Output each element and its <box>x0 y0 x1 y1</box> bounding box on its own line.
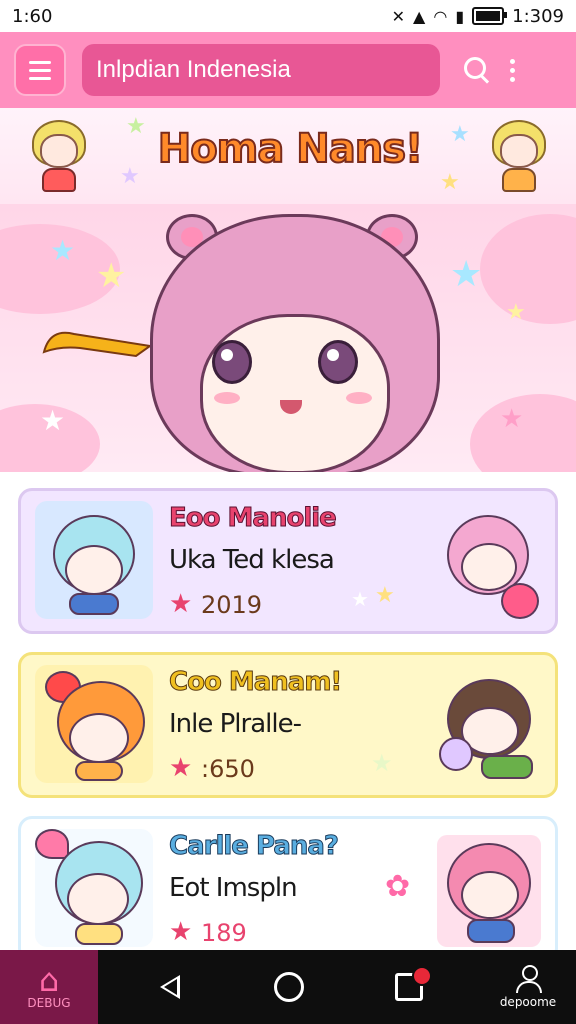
more-options-icon[interactable] <box>510 58 515 82</box>
character-side-image <box>437 671 541 783</box>
star-decoration-icon: ★ <box>50 234 76 267</box>
star-decoration-icon: ★ <box>120 164 140 189</box>
character-side-image <box>437 835 541 947</box>
mute-icon: ✕ <box>391 6 406 26</box>
cell-bars-icon: ▮ <box>455 6 465 26</box>
status-time-left: 1:60 <box>12 5 53 27</box>
profile-tab[interactable]: depoome <box>480 965 576 1009</box>
character-name: Carlle Pana? <box>169 831 340 862</box>
character-subtitle: Eot Imspln <box>169 873 298 903</box>
character-side-image <box>437 507 541 619</box>
character-count: 189 <box>201 919 247 947</box>
character-name: Eoo Manolie <box>169 503 338 534</box>
star-icon: ★ <box>169 917 193 947</box>
search-icon[interactable] <box>462 55 492 85</box>
wifi-icon: ◠ <box>433 6 448 26</box>
star-decoration-icon: ★ <box>375 583 395 608</box>
character-subtitle: Uka Ted klesa <box>169 545 335 575</box>
star-icon: ★ <box>169 589 193 619</box>
star-decoration-icon: ★ <box>351 587 369 611</box>
magnifier-icon <box>439 737 473 771</box>
header-banner: ★ ★ Homa Nans! ★ ★ <box>0 108 576 204</box>
back-icon <box>159 975 180 999</box>
star-decoration-icon: ★ <box>500 404 524 434</box>
list-item[interactable]: Coo Manam! Inle Plralle- ★ :650 ★ <box>18 652 558 798</box>
star-decoration-icon: ★ <box>450 122 470 147</box>
mascot-right-image <box>484 114 554 194</box>
hamburger-icon <box>29 60 51 64</box>
character-avatar <box>35 829 153 947</box>
character-count: 2019 <box>201 591 263 619</box>
menu-button[interactable] <box>14 44 66 96</box>
list-item[interactable]: Eoo Manolie Uka Ted klesa ★ 2019 ★ ★ <box>18 488 558 634</box>
search-input-value: Inlpdian Indenesia <box>96 56 291 83</box>
status-icons: ✕ ▲ ◠ ▮ 1:309 <box>392 6 564 27</box>
star-decoration-icon: ★ <box>450 254 483 295</box>
character-list[interactable]: Eoo Manolie Uka Ted klesa ★ 2019 ★ ★ Coo… <box>0 472 576 950</box>
search-input[interactable]: Inlpdian Indenesia <box>82 44 440 96</box>
character-name: Coo Manam! <box>168 667 342 698</box>
home-button[interactable] <box>241 972 337 1002</box>
profile-tab-label: depoome <box>499 995 557 1009</box>
hero-image: ★ ★ ★ ★ ★ ★ <box>0 204 576 472</box>
ribbon-decoration-icon <box>42 331 153 358</box>
character-avatar <box>35 501 153 619</box>
banner-title: Homa Nans! <box>157 125 425 173</box>
star-icon: ★ <box>169 753 193 783</box>
list-item[interactable]: Carlle Pana? Eot Imspln ★ 189 ✿ <box>18 816 558 950</box>
status-bar: 1:60 ✕ ▲ ◠ ▮ 1:309 <box>0 0 576 32</box>
battery-icon <box>472 7 508 25</box>
character-count: :650 <box>201 755 255 783</box>
app-bar: Inlpdian Indenesia <box>0 32 576 108</box>
recents-button[interactable] <box>361 966 457 1001</box>
home-icon: ⌂ <box>38 961 60 999</box>
star-decoration-icon: ★ <box>506 300 526 325</box>
home-tab-label: DEBUG <box>27 996 71 1010</box>
character-subtitle: Inle Plralle- <box>169 709 302 739</box>
home-tab[interactable]: ⌂ DEBUG <box>0 950 98 1024</box>
profile-icon <box>515 965 542 993</box>
character-avatar <box>35 665 153 783</box>
star-decoration-icon: ★ <box>96 256 127 296</box>
mascot-left-image <box>24 114 94 194</box>
star-decoration-icon: ★ <box>440 170 460 195</box>
back-button[interactable] <box>122 975 218 999</box>
notification-badge <box>411 966 432 986</box>
signal-icon: ▲ <box>413 6 426 26</box>
status-time-right: 1:309 <box>512 5 564 27</box>
star-decoration-icon: ★ <box>40 404 66 437</box>
circle-home-icon <box>274 972 304 1002</box>
star-decoration-icon: ✿ <box>385 869 411 904</box>
recents-icon <box>394 966 432 1001</box>
star-decoration-icon: ★ <box>371 749 393 777</box>
heart-icon <box>35 829 69 859</box>
navigation-bar: ⌂ DEBUG depoome <box>0 950 576 1024</box>
